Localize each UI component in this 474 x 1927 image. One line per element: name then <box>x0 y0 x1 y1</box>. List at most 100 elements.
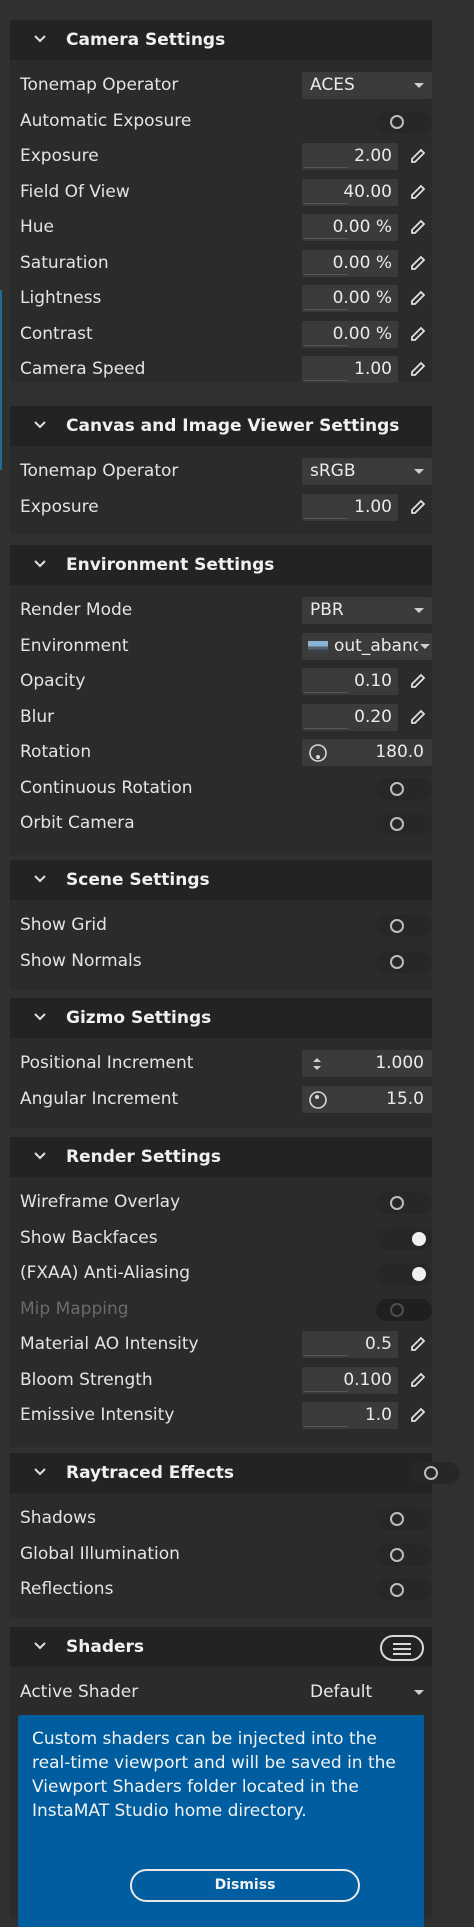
section-title: Scene Settings <box>66 870 210 890</box>
field-underline <box>304 1355 348 1356</box>
shader-info-box: Custom shaders can be injected into the … <box>18 1715 424 1927</box>
toggle-knob <box>390 1303 404 1317</box>
auto-exposure-row: Automatic Exposure <box>10 104 432 139</box>
backfaces-toggle[interactable] <box>376 1228 432 1250</box>
pencil-icon[interactable] <box>408 1370 428 1390</box>
continuous-rotation-toggle[interactable] <box>376 778 432 800</box>
wireframe-toggle[interactable] <box>376 1192 432 1214</box>
dial-icon <box>309 1091 327 1109</box>
emissive-intensity-field[interactable]: 1.0 <box>302 1402 398 1429</box>
canvas-exposure-field[interactable]: 1.00 <box>302 494 398 521</box>
scroll-accent <box>0 290 2 470</box>
pencil-icon[interactable] <box>408 359 428 379</box>
toggle-knob <box>390 1548 404 1562</box>
environment-dropdown[interactable]: out_abandoned <box>302 633 432 660</box>
raytraced-enable-toggle[interactable] <box>410 1462 460 1484</box>
lightness-row: Lightness 0.00 % <box>10 281 432 316</box>
section-title: Raytraced Effects <box>66 1463 235 1483</box>
field-underline <box>304 1391 348 1392</box>
tonemap-dropdown[interactable]: ACES <box>302 72 432 99</box>
show-normals-toggle[interactable] <box>376 951 432 973</box>
raytraced-effects-header[interactable]: Raytraced Effects <box>10 1453 460 1493</box>
field-value: 0.10 <box>354 671 392 691</box>
auto-exposure-toggle[interactable] <box>376 111 432 133</box>
rotation-field[interactable]: 180.0 <box>302 739 432 766</box>
shadows-row: Shadows <box>10 1501 432 1536</box>
pencil-icon[interactable] <box>408 671 428 691</box>
section-title: Shaders <box>66 1637 145 1657</box>
continuous-rotation-label: Continuous Rotation <box>20 778 193 798</box>
saturation-field[interactable]: 0.00 % <box>302 250 398 277</box>
positional-increment-field[interactable]: 1.000 <box>302 1050 432 1077</box>
camera-settings-section: Camera Settings Tonemap Operator ACES Au… <box>10 20 432 383</box>
backfaces-label: Show Backfaces <box>20 1228 158 1248</box>
active-shader-dropdown[interactable]: Default <box>302 1679 432 1706</box>
orbit-camera-toggle[interactable] <box>376 813 432 835</box>
chevron-down-icon <box>34 1013 46 1021</box>
canvas-settings-header[interactable]: Canvas and Image Viewer Settings <box>10 406 432 446</box>
section-title: Gizmo Settings <box>66 1008 212 1028</box>
exposure-row: Exposure 2.00 <box>10 139 432 174</box>
canvas-tonemap-dropdown[interactable]: sRGB <box>302 458 432 485</box>
hamburger-menu-icon[interactable] <box>380 1635 424 1661</box>
render-settings-header[interactable]: Render Settings <box>10 1137 432 1177</box>
global-illumination-toggle[interactable] <box>376 1544 432 1566</box>
scene-settings-header[interactable]: Scene Settings <box>10 860 432 900</box>
dropdown-value: sRGB <box>310 461 356 481</box>
environment-settings-section: Environment Settings Render Mode PBR Env… <box>10 545 432 855</box>
canvas-exposure-row: Exposure 1.00 <box>10 490 432 525</box>
render-mode-dropdown[interactable]: PBR <box>302 597 432 624</box>
contrast-field[interactable]: 0.00 % <box>302 321 398 348</box>
fxaa-toggle[interactable] <box>376 1263 432 1285</box>
pencil-icon[interactable] <box>408 182 428 202</box>
opacity-field[interactable]: 0.10 <box>302 668 398 695</box>
pencil-icon[interactable] <box>408 146 428 166</box>
chevron-down-icon <box>34 1152 46 1160</box>
environment-settings-header[interactable]: Environment Settings <box>10 545 432 585</box>
hue-label: Hue <box>20 217 55 237</box>
show-grid-toggle[interactable] <box>376 915 432 937</box>
dropdown-value: PBR <box>310 600 344 620</box>
toggle-knob <box>390 1512 404 1526</box>
pencil-icon[interactable] <box>408 217 428 237</box>
lightness-field[interactable]: 0.00 % <box>302 285 398 312</box>
exposure-label: Exposure <box>20 146 99 166</box>
pencil-icon[interactable] <box>408 288 428 308</box>
camera-speed-field[interactable]: 1.00 <box>302 356 398 383</box>
positional-increment-label: Positional Increment <box>20 1053 194 1073</box>
camera-settings-header[interactable]: Camera Settings <box>10 20 432 60</box>
exposure-field[interactable]: 2.00 <box>302 143 398 170</box>
angular-increment-field[interactable]: 15.0 <box>302 1086 432 1113</box>
section-title: Render Settings <box>66 1147 221 1167</box>
caret-down-icon <box>414 608 424 613</box>
field-underline <box>304 1426 348 1427</box>
render-mode-row: Render Mode PBR <box>10 593 432 628</box>
shaders-header[interactable]: Shaders <box>10 1627 432 1667</box>
spin-arrows-icon <box>313 1058 321 1070</box>
pencil-icon[interactable] <box>408 1405 428 1425</box>
hue-field[interactable]: 0.00 % <box>302 214 398 241</box>
toggle-knob <box>390 1583 404 1597</box>
gizmo-settings-header[interactable]: Gizmo Settings <box>10 998 432 1038</box>
blur-field[interactable]: 0.20 <box>302 704 398 731</box>
bloom-strength-field[interactable]: 0.100 <box>302 1367 398 1394</box>
pencil-icon[interactable] <box>408 1334 428 1354</box>
field-underline <box>304 203 348 204</box>
ao-intensity-field[interactable]: 0.5 <box>302 1331 398 1358</box>
field-value: 180.0 <box>375 742 424 762</box>
reflections-toggle[interactable] <box>376 1579 432 1601</box>
pencil-icon[interactable] <box>408 707 428 727</box>
positional-increment-row: Positional Increment 1.000 <box>10 1046 432 1081</box>
auto-exposure-label: Automatic Exposure <box>20 111 192 131</box>
emissive-intensity-row: Emissive Intensity 1.0 <box>10 1398 432 1433</box>
shadows-toggle[interactable] <box>376 1508 432 1530</box>
reflections-row: Reflections <box>10 1572 432 1607</box>
bloom-strength-row: Bloom Strength 0.100 <box>10 1363 432 1398</box>
field-value: 15.0 <box>386 1089 424 1109</box>
pencil-icon[interactable] <box>408 324 428 344</box>
pencil-icon[interactable] <box>408 253 428 273</box>
dismiss-button[interactable]: Dismiss <box>130 1869 360 1902</box>
fov-field[interactable]: 40.00 <box>302 179 398 206</box>
field-value: 1.0 <box>364 1405 392 1425</box>
pencil-icon[interactable] <box>408 497 428 517</box>
